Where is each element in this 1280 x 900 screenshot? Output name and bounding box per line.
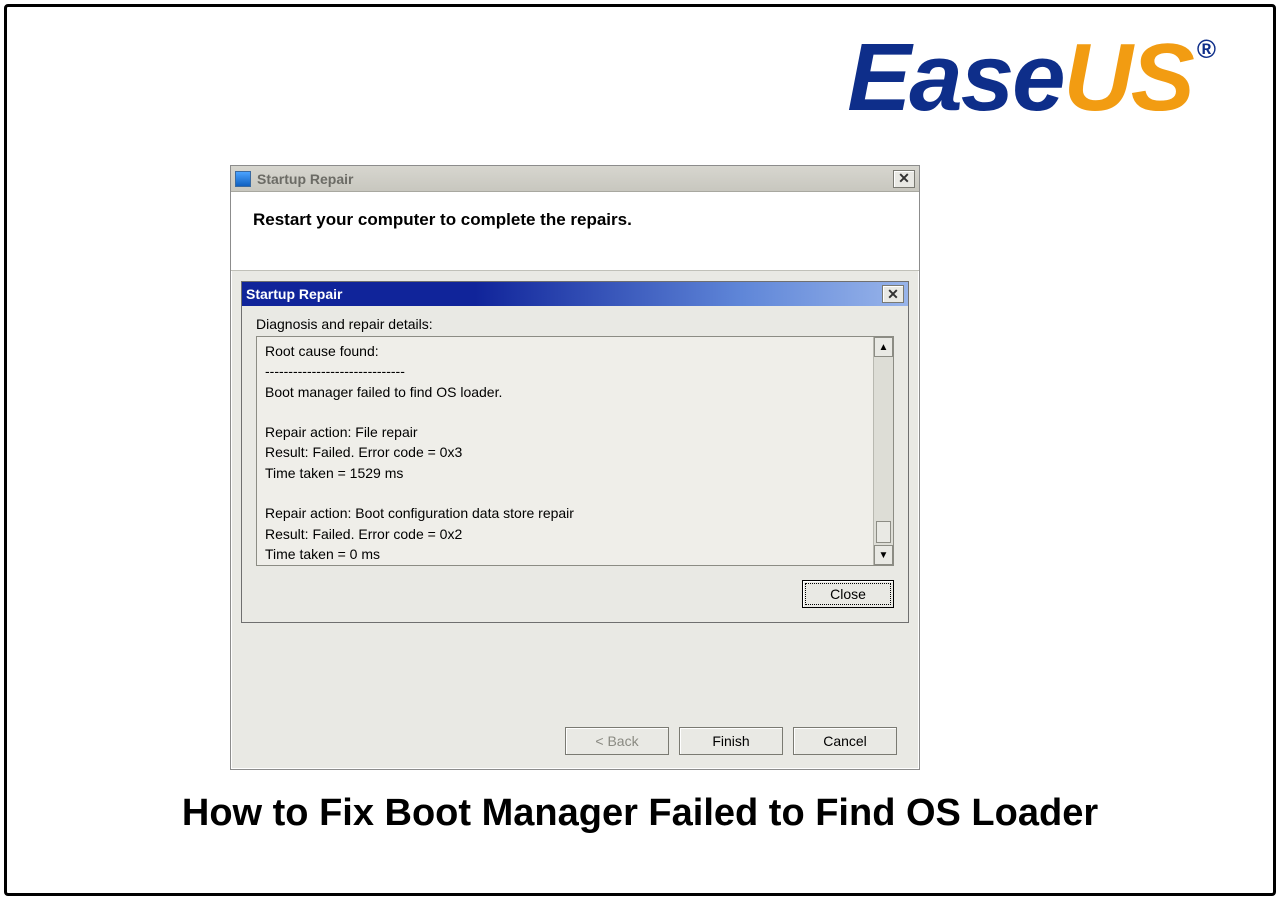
details-box: Root cause found: ----------------------…: [256, 336, 894, 566]
details-scrollbar[interactable]: ▲ ▼: [873, 337, 893, 565]
close-icon: ✕: [898, 170, 910, 187]
finish-button-label: Finish: [712, 733, 749, 749]
brand-logo: EaseUS®: [847, 30, 1210, 126]
back-button: < Back: [565, 727, 669, 755]
diagnosis-window: Startup Repair ✕ Diagnosis and repair de…: [241, 281, 909, 623]
outer-titlebar[interactable]: Startup Repair ✕: [231, 166, 919, 192]
cancel-button-label: Cancel: [823, 733, 867, 749]
close-button-label: Close: [830, 586, 866, 602]
close-icon: ✕: [887, 286, 899, 303]
outer-header-text: Restart your computer to complete the re…: [231, 192, 919, 271]
close-button[interactable]: Close: [802, 580, 894, 608]
scroll-thumb[interactable]: [876, 521, 891, 543]
scroll-track[interactable]: [874, 357, 893, 545]
inner-close-x-button[interactable]: ✕: [882, 285, 904, 303]
logo-part-us: US: [1063, 24, 1192, 131]
article-title: How to Fix Boot Manager Failed to Find O…: [0, 790, 1280, 838]
chevron-up-icon: ▲: [879, 342, 889, 353]
logo-registered-mark: ®: [1197, 34, 1214, 64]
finish-button[interactable]: Finish: [679, 727, 783, 755]
window-icon: [235, 171, 251, 187]
details-text: Root cause found: ----------------------…: [257, 337, 873, 565]
chevron-down-icon: ▼: [879, 550, 889, 561]
logo-part-ease: Ease: [847, 24, 1063, 131]
outer-close-button[interactable]: ✕: [893, 170, 915, 188]
wizard-button-row: < Back Finish Cancel: [555, 727, 897, 755]
inner-window-title: Startup Repair: [246, 286, 342, 302]
back-button-label: < Back: [595, 733, 638, 749]
outer-window-title: Startup Repair: [257, 171, 353, 187]
scroll-down-button[interactable]: ▼: [874, 545, 893, 565]
details-label: Diagnosis and repair details:: [256, 316, 894, 332]
cancel-button[interactable]: Cancel: [793, 727, 897, 755]
inner-titlebar[interactable]: Startup Repair ✕: [242, 282, 908, 306]
scroll-up-button[interactable]: ▲: [874, 337, 893, 357]
startup-repair-window: Startup Repair ✕ Restart your computer t…: [230, 165, 920, 770]
